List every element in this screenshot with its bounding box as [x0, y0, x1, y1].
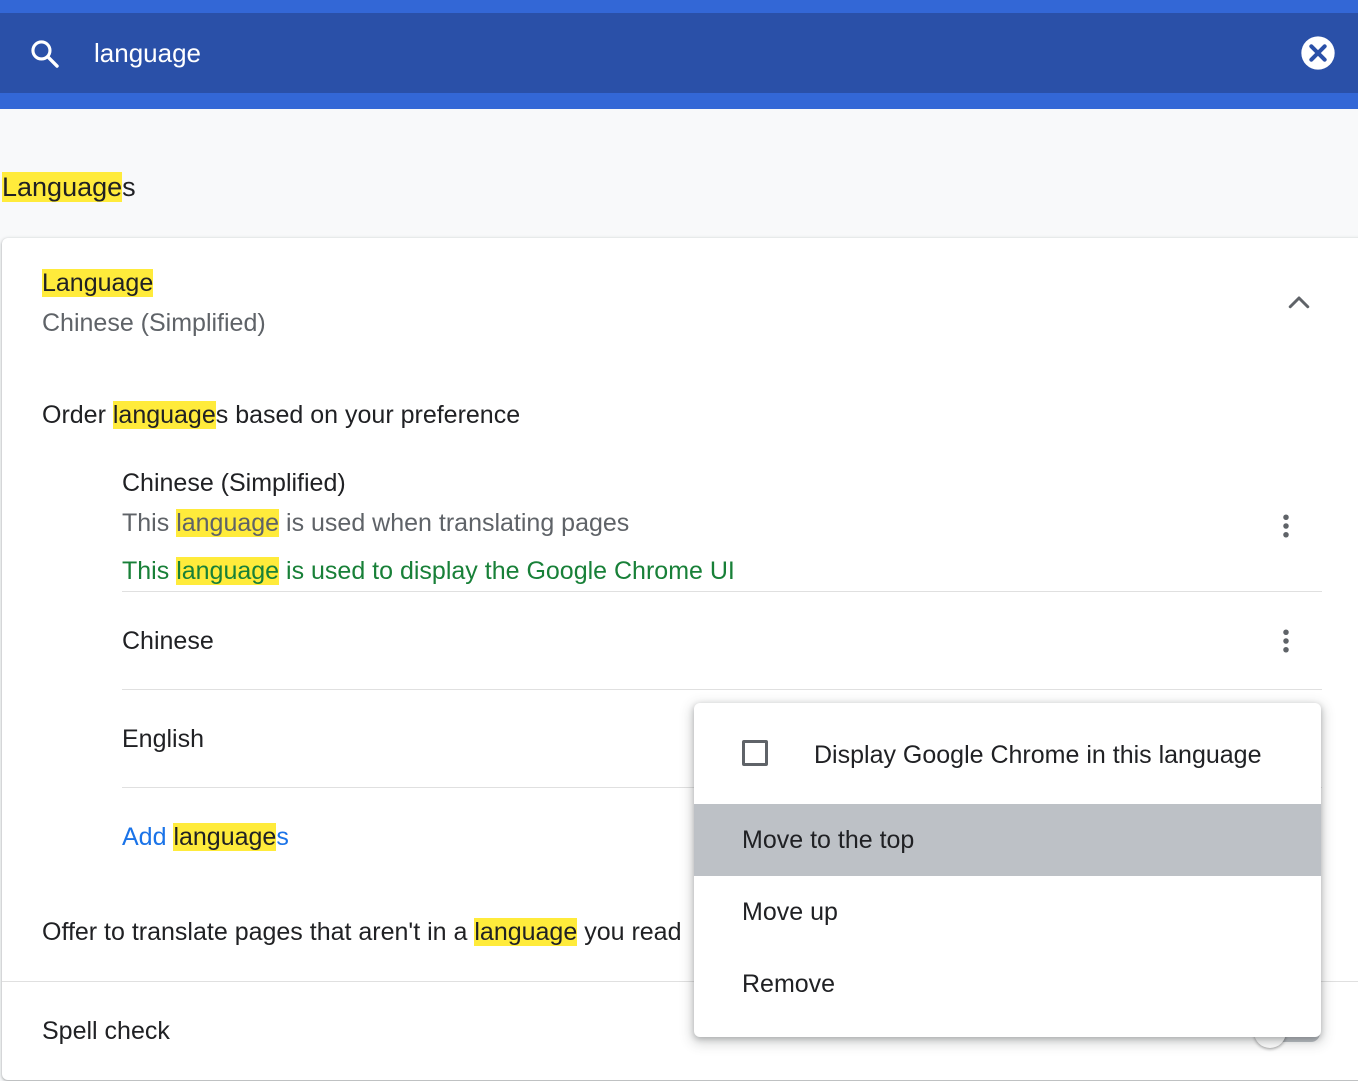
clear-search-icon[interactable] [1298, 33, 1338, 73]
menu-item-remove[interactable]: Remove [694, 948, 1321, 1020]
section-title-suffix: s [122, 172, 136, 202]
ui-note-prefix: This [122, 557, 177, 585]
menu-item-move-up[interactable]: Move up [694, 876, 1321, 948]
display-language-label: Display Google Chrome in this language [814, 741, 1262, 769]
current-language: Chinese (Simplified) [42, 309, 266, 337]
search-highlight: language [474, 918, 578, 946]
language-item-chinese: Chinese [122, 624, 1322, 658]
add-suffix: s [276, 823, 289, 851]
divider [122, 591, 1322, 592]
language-name: Chinese (Simplified) [122, 469, 346, 497]
offer-suffix: you read [577, 918, 682, 946]
search-box[interactable] [0, 13, 1358, 93]
language-item-chinese-simplified: Chinese (Simplified) This language is us… [122, 466, 1322, 588]
search-highlight: language [173, 823, 277, 851]
divider [122, 689, 1322, 690]
search-highlight: language [176, 509, 280, 537]
menu-item-move-to-top[interactable]: Move to the top [694, 804, 1321, 876]
chevron-up-icon[interactable] [1284, 288, 1314, 318]
translate-note: This language is used when translating p… [122, 506, 1322, 540]
ui-note-suffix: is used to display the Google Chrome UI [279, 557, 735, 585]
search-highlight: language [112, 401, 216, 429]
search-input[interactable] [94, 35, 1244, 71]
order-suffix: s based on your preference [215, 401, 521, 429]
note-suffix: is used when translating pages [279, 509, 630, 537]
toolbar [0, 0, 1358, 109]
more-vert-icon[interactable] [1271, 511, 1301, 541]
more-vert-icon[interactable] [1271, 626, 1301, 656]
search-icon[interactable] [28, 37, 62, 71]
ui-language-note: This language is used to display the Goo… [122, 554, 1322, 588]
offer-prefix: Offer to translate pages that aren't in … [42, 918, 475, 946]
add-languages-link[interactable]: Add languages [122, 820, 289, 854]
section-title-languages: Languages [2, 168, 136, 206]
language-action-menu: Display Google Chrome in this language M… [694, 703, 1321, 1037]
language-name: Chinese [122, 627, 214, 655]
display-language-checkbox[interactable] [742, 740, 768, 766]
note-prefix: This [122, 509, 177, 537]
offer-translate-label: Offer to translate pages that aren't in … [42, 915, 682, 949]
search-highlight: Language [2, 172, 123, 202]
display-chrome-in-language-option[interactable]: Display Google Chrome in this language [694, 703, 1321, 805]
language-row-title[interactable]: Language [42, 266, 154, 300]
order-languages-label: Order languages based on your preference [42, 398, 520, 432]
search-highlight: language [176, 557, 280, 585]
search-highlight: Language [42, 269, 154, 297]
add-prefix: Add [122, 823, 174, 851]
spell-check-label: Spell check [42, 1017, 170, 1045]
order-prefix: Order [42, 401, 113, 429]
